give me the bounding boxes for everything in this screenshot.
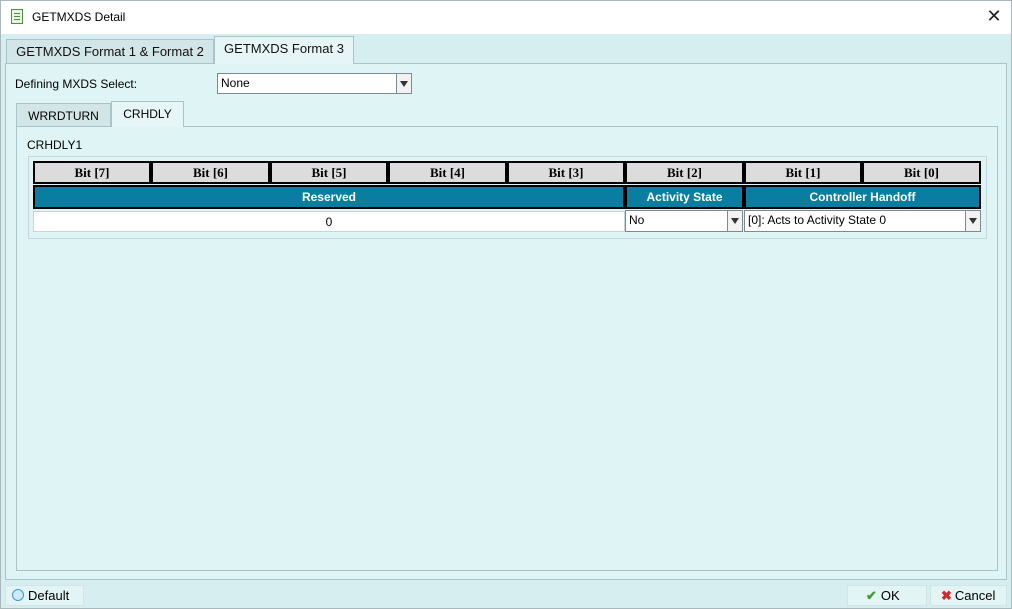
- ok-button-label: OK: [880, 588, 900, 603]
- controller-handoff-value: [0]: Acts to Activity State 0: [748, 213, 887, 227]
- title-bar: GETMXDS Detail ✕: [1, 1, 1011, 34]
- bit-6-header: Bit [6]: [151, 161, 270, 184]
- checkmark-icon: ✔: [866, 588, 877, 603]
- activity-state-value: No: [629, 213, 645, 227]
- ok-button[interactable]: ✔ OK: [847, 585, 927, 606]
- bit-3-header: Bit [3]: [507, 161, 625, 184]
- chevron-down-icon[interactable]: [965, 211, 980, 231]
- chevron-down-icon[interactable]: [727, 211, 742, 231]
- tab-getmxds-format-1-2[interactable]: GETMXDS Format 1 & Format 2: [6, 39, 214, 64]
- getmxds-detail-window: GETMXDS Detail ✕ GETMXDS Format 1 & Form…: [0, 0, 1012, 609]
- bit-5-header: Bit [5]: [270, 161, 388, 184]
- chevron-down-icon[interactable]: [396, 74, 411, 93]
- tab-crhdly[interactable]: CRHDLY: [111, 101, 184, 127]
- default-button[interactable]: Default: [5, 585, 84, 606]
- defining-mxds-select-label: Defining MXDS Select:: [15, 77, 138, 91]
- default-radio-icon: [12, 589, 24, 601]
- close-icon[interactable]: ✕: [984, 6, 1004, 26]
- window-title: GETMXDS Detail: [32, 10, 126, 24]
- activity-state-select[interactable]: No: [625, 210, 743, 232]
- bit-4-header: Bit [4]: [388, 161, 507, 184]
- default-button-label: Default: [28, 588, 70, 603]
- tab-wrrdturn[interactable]: WRRDTURN: [16, 103, 111, 127]
- x-mark-icon: ✖: [941, 588, 952, 603]
- bit-1-header: Bit [1]: [744, 161, 862, 184]
- cancel-button-label: Cancel: [954, 588, 996, 603]
- document-icon: [11, 9, 23, 24]
- register-name: CRHDLY1: [27, 138, 83, 152]
- field-controller-handoff-header: Controller Handoff: [744, 185, 981, 209]
- defining-mxds-select[interactable]: None: [217, 73, 412, 94]
- reserved-value: 0: [33, 211, 625, 232]
- cancel-button[interactable]: ✖ Cancel: [930, 585, 1007, 606]
- bit-0-header: Bit [0]: [862, 161, 981, 184]
- defining-mxds-select-value: None: [221, 76, 250, 90]
- field-reserved-header: Reserved: [33, 185, 625, 209]
- field-activity-state-header: Activity State: [625, 185, 744, 209]
- bit-2-header: Bit [2]: [625, 161, 744, 184]
- bit-7-header: Bit [7]: [33, 161, 151, 184]
- controller-handoff-select[interactable]: [0]: Acts to Activity State 0: [744, 210, 981, 232]
- tab-getmxds-format-3[interactable]: GETMXDS Format 3: [214, 36, 354, 64]
